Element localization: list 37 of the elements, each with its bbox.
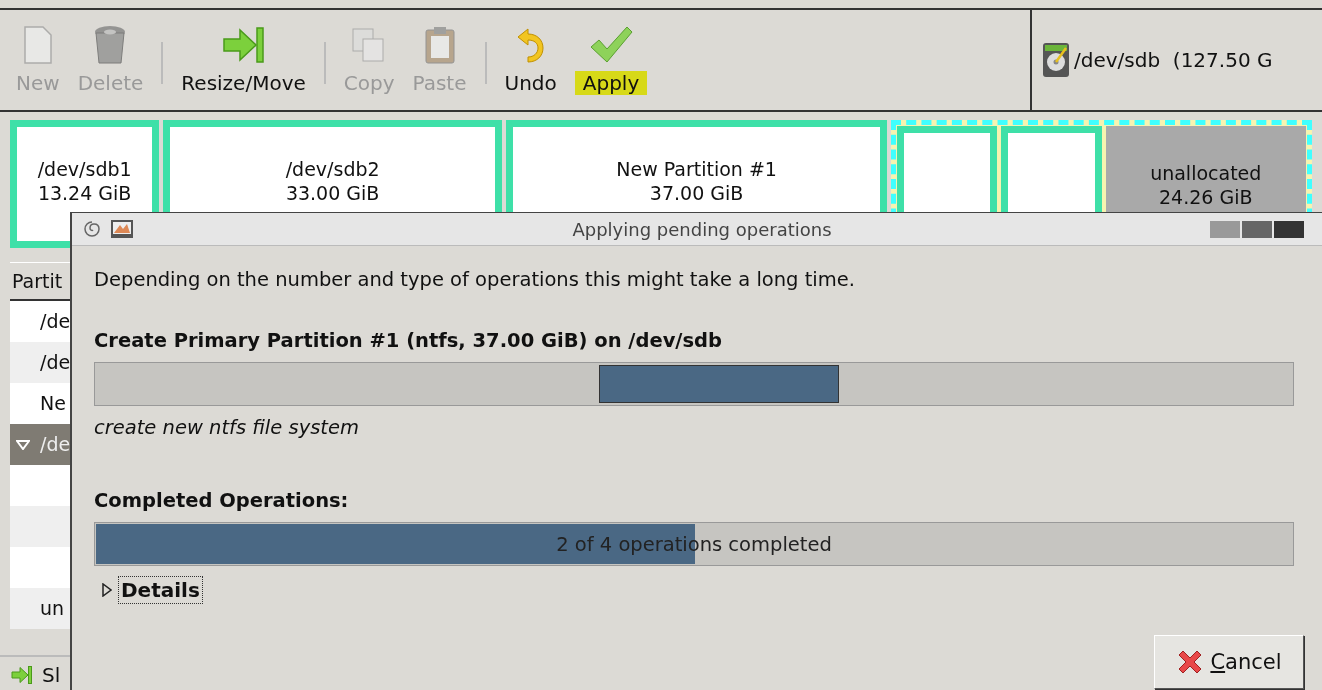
partition-size: 33.00 GiB: [285, 181, 380, 205]
partition-size: 37.00 GiB: [649, 181, 744, 205]
partition-name: /dev/sdb2: [285, 157, 380, 181]
app-icon[interactable]: [110, 219, 134, 239]
swirl-icon[interactable]: [82, 219, 102, 239]
cancel-button[interactable]: Cancel: [1154, 635, 1304, 689]
clipboard-icon: [422, 25, 457, 65]
page-icon: [22, 25, 53, 65]
partition-name: New Partition #1: [616, 157, 777, 181]
toolbar-button[interactable]: Apply: [568, 10, 654, 110]
completed-heading: Completed Operations:: [94, 489, 350, 512]
partition-cell-text: un: [40, 596, 65, 621]
trash-can-icon: [93, 25, 128, 65]
partition-cell-text: /de: [40, 309, 71, 334]
arrow-to-bar-icon: [221, 25, 266, 65]
partition-cell-text: /de: [40, 350, 71, 375]
status-text: Sl: [42, 662, 61, 687]
partition-cell-text: Ne: [40, 391, 66, 416]
details-expander[interactable]: Details: [118, 576, 203, 604]
toolbar-button[interactable]: Resize/Move: [175, 10, 312, 110]
operation-heading: Create Primary Partition #1 (ntfs, 37.00 GiB) on /dev/sdb: [94, 329, 723, 352]
sub-operation-text: create new ntfs file system: [94, 416, 360, 439]
partition-name: /dev/sdb1: [37, 157, 132, 181]
close-button[interactable]: [1274, 220, 1304, 238]
disk-drive-icon: [1042, 42, 1070, 78]
maximize-button[interactable]: [1242, 220, 1272, 238]
message-text: Depending on the number and type of operations this might take a long time.: [94, 268, 856, 291]
partition-size: 13.24 GiB: [37, 181, 132, 205]
undo-icon: [515, 25, 546, 65]
partition-cell-text: /de: [40, 432, 71, 457]
toolbar-button[interactable]: Undo: [498, 10, 563, 110]
partition-name: unallocated: [1150, 161, 1262, 185]
expander-icon[interactable]: [100, 583, 112, 597]
checkmark-icon: [589, 25, 633, 65]
window-title: Applying pending operations: [572, 218, 832, 240]
arrow-to-bar-icon: [10, 664, 34, 685]
partition-size: 24.26 GiB: [1159, 185, 1253, 209]
